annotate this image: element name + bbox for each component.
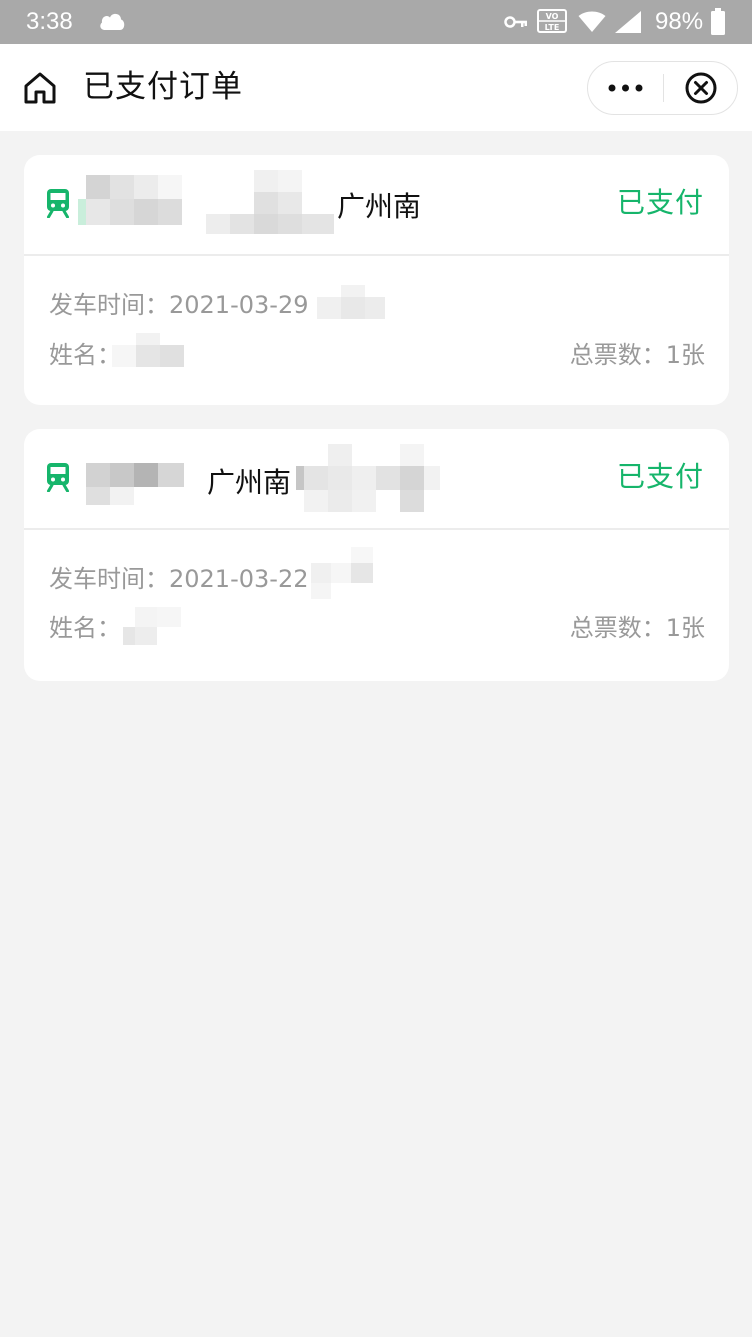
redacted-passenger-name: [123, 607, 185, 647]
redacted-train-number: [206, 170, 336, 236]
departure-time-label: 发车时间：: [49, 291, 169, 319]
ticket-count-label: 总票数：: [569, 614, 666, 642]
close-circle-icon[interactable]: [664, 62, 737, 114]
departure-time-value: 2021-03-29: [169, 291, 309, 319]
passenger-name-label: 姓名：: [49, 614, 121, 642]
departure-time-row: 发车时间：2021-03-29: [49, 289, 308, 321]
status-time: 3:38: [26, 8, 73, 35]
ticket-count-value: 1张: [665, 341, 705, 369]
redacted-departure-station: [86, 463, 186, 507]
ticket-count-row: 总票数：1张: [570, 612, 705, 644]
order-card[interactable]: 广州南 已支付 发车时间：2021-03-29 姓名： 总票数：1张: [24, 155, 729, 405]
order-card-header: 广州南 已支付: [24, 155, 729, 256]
redacted-departure-time: [317, 285, 387, 321]
passenger-name-label: 姓名：: [49, 341, 121, 369]
passenger-name-row: 姓名：: [49, 612, 121, 644]
order-status: 已支付: [616, 460, 704, 493]
signal-icon: [615, 11, 641, 33]
order-status: 已支付: [616, 186, 704, 219]
vpn-key-icon: [504, 16, 527, 28]
arrival-station: 广州南: [337, 190, 422, 223]
ticket-count-row: 总票数：1张: [570, 339, 705, 371]
cloud-icon: [100, 13, 125, 30]
svg-text:LTE: LTE: [545, 23, 560, 32]
departure-time-label: 发车时间：: [49, 565, 169, 593]
battery-percent: 98%: [655, 8, 704, 35]
ticket-count-value: 1张: [665, 614, 705, 642]
more-dots-icon[interactable]: [588, 62, 663, 114]
train-icon: [47, 189, 69, 218]
departure-time-value: 2021-03-22: [169, 565, 309, 593]
status-bar: 3:38 VO LTE 98%: [0, 0, 752, 44]
page-title: 已支付订单: [83, 69, 243, 105]
wifi-icon: [578, 11, 606, 32]
menu-capsule: [587, 61, 738, 115]
redacted-passenger-name: [112, 333, 186, 369]
redacted-departure-time: [311, 547, 377, 603]
arrival-station: 广州南: [207, 466, 292, 499]
order-card-header: 广州南 已支付: [24, 429, 729, 530]
redacted-departure-station: [78, 175, 184, 227]
svg-text:VO: VO: [546, 12, 559, 21]
nav-bar: 已支付订单: [0, 44, 752, 131]
volte-icon: VO LTE: [537, 9, 567, 33]
battery-icon: [711, 8, 725, 35]
train-icon: [47, 463, 69, 492]
passenger-name-row: 姓名：: [49, 339, 121, 371]
home-icon[interactable]: [22, 70, 58, 106]
order-card[interactable]: 广州南 已支付 发车时间：2021-03-22 姓名： 总票数：1张: [24, 429, 729, 681]
redacted-train-number: [296, 444, 442, 514]
departure-time-row: 发车时间：2021-03-22: [49, 563, 308, 595]
ticket-count-label: 总票数：: [569, 341, 666, 369]
